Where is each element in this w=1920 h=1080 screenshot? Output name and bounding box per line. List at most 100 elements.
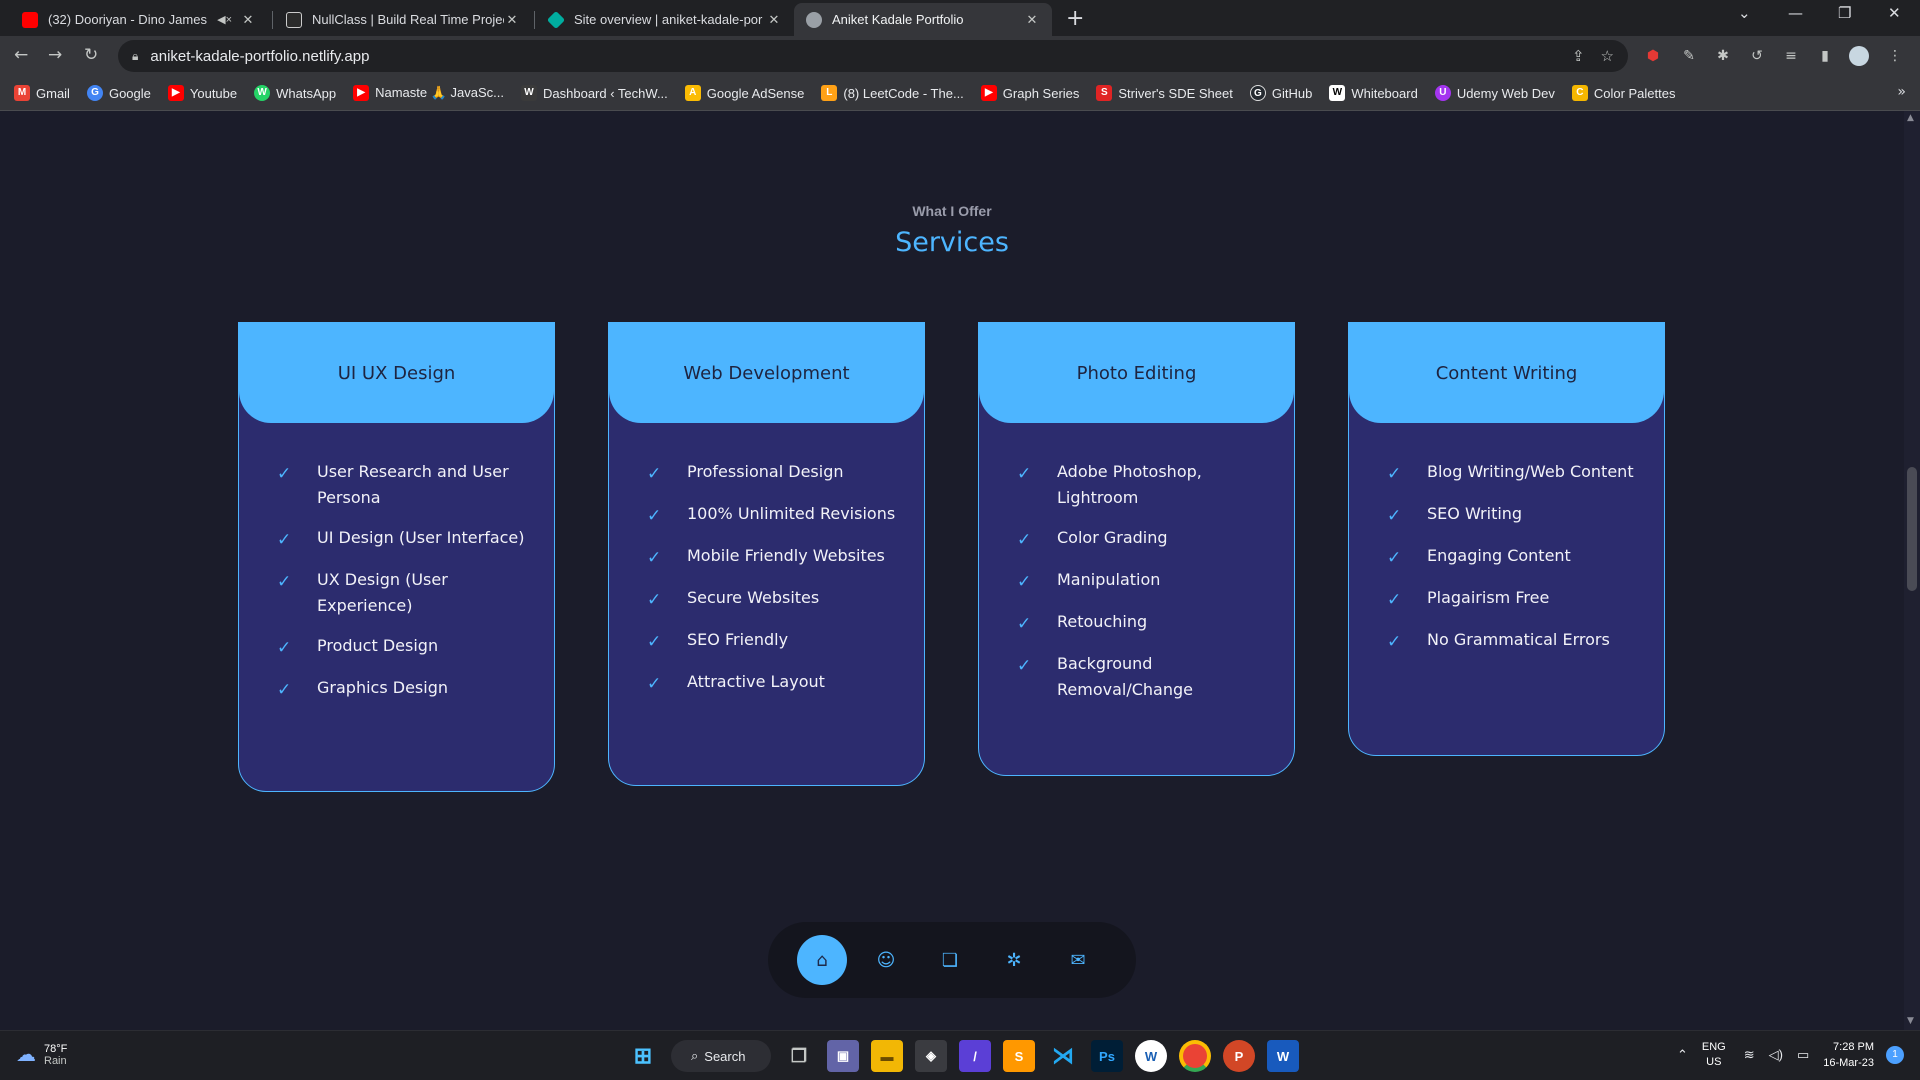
whiteboard-app-icon[interactable]: W	[1135, 1040, 1167, 1072]
forward-icon[interactable]: →	[48, 45, 62, 65]
bookmark-dashboard-techw[interactable]: W Dashboard ‹ TechW...	[521, 85, 668, 101]
bookmark-color-palettes[interactable]: C Color Palettes	[1571, 85, 1675, 101]
chrome-icon[interactable]	[1179, 1040, 1211, 1072]
scrollbar-thumb[interactable]	[1907, 467, 1917, 591]
check-icon: ✓	[1387, 506, 1402, 526]
tab-netlify[interactable]: Site overview | aniket-kadale-por ✕	[536, 3, 794, 36]
bookmark-label: Namaste 🙏 JavaSc...	[375, 85, 505, 100]
bookmark-label: Gmail	[36, 85, 70, 101]
share-icon[interactable]: ⇪	[1572, 47, 1585, 65]
extensions-puzzle-icon[interactable]: ✱	[1713, 46, 1733, 66]
list-item: ✓ Engaging Content	[1387, 543, 1644, 571]
nav-experience[interactable]: ❏	[925, 935, 975, 985]
menu-kebab-icon[interactable]: ⋮	[1885, 46, 1905, 66]
tab-nullclass[interactable]: NullClass | Build Real Time Projec ✕	[274, 3, 532, 36]
page-scrollbar[interactable]: ▲ ▼	[1904, 111, 1920, 1030]
speaker-icon[interactable]: ◀×	[217, 13, 232, 26]
settings-icon: ✲	[1006, 949, 1022, 971]
taskbar-search[interactable]: ⌕ Search	[671, 1040, 771, 1072]
vscode-icon[interactable]: ⋊	[1047, 1040, 1079, 1072]
file-explorer-icon[interactable]: ▬	[871, 1040, 903, 1072]
close-icon[interactable]: ✕	[240, 12, 256, 28]
weather-widget[interactable]: ☁ 78°F Rain	[16, 1042, 67, 1067]
new-tab-button[interactable]: +	[1066, 6, 1084, 31]
scroll-up-icon[interactable]: ▲	[1907, 113, 1914, 123]
sublime-text-icon[interactable]: S	[1003, 1040, 1035, 1072]
bookmark-github[interactable]: G GitHub	[1249, 85, 1313, 101]
wordpress-icon: W	[521, 85, 538, 101]
lock-icon[interactable]: 🔒︎	[132, 49, 138, 64]
more-bookmarks-icon[interactable]: »	[1897, 84, 1906, 100]
close-icon[interactable]: ✕	[766, 12, 782, 28]
reload-icon[interactable]: ↻	[84, 45, 98, 65]
item-label: Blog Writing/Web Content	[1427, 462, 1634, 481]
bookmark-gmail[interactable]: M Gmail	[14, 85, 70, 101]
bookmark-youtube[interactable]: ▶ Youtube	[167, 85, 237, 101]
notification-badge[interactable]: 1	[1886, 1046, 1904, 1064]
check-icon: ✓	[1017, 656, 1032, 676]
task-view-icon[interactable]: ❐	[783, 1040, 815, 1072]
browser-tab-strip: (32) Dooriyan - Dino James f ◀× ✕ NullCl…	[0, 0, 1920, 36]
check-icon: ✓	[647, 506, 662, 526]
word-icon[interactable]: W	[1267, 1040, 1299, 1072]
item-label: Professional Design	[687, 462, 844, 481]
list-item: ✓ Color Grading	[1017, 525, 1274, 553]
window-close-icon[interactable]: ✕	[1888, 4, 1901, 22]
item-label: Graphics Design	[317, 678, 448, 697]
close-icon[interactable]: ✕	[1024, 12, 1040, 28]
volume-icon[interactable]: ◁)	[1769, 1047, 1783, 1063]
nav-home[interactable]: ⌂	[797, 935, 847, 985]
item-label: No Grammatical Errors	[1427, 630, 1610, 649]
extension-pen-icon[interactable]: ✎	[1679, 46, 1699, 66]
bookmark-graph-series[interactable]: ▶ Graph Series	[980, 85, 1079, 101]
nav-about[interactable]: ☺	[861, 935, 911, 985]
bookmark-whatsapp[interactable]: W WhatsApp	[254, 85, 336, 101]
chevron-up-icon[interactable]: ⌃	[1677, 1047, 1688, 1063]
photoshop-icon[interactable]: Ps	[1091, 1040, 1123, 1072]
minimize-icon[interactable]: —	[1788, 4, 1803, 22]
bookmark-namaste-js[interactable]: ▶ Namaste 🙏 JavaSc...	[353, 85, 504, 101]
item-label: Product Design	[317, 636, 439, 655]
powerpoint-icon[interactable]: P	[1223, 1040, 1255, 1072]
item-label: Mobile Friendly Websites	[687, 546, 885, 565]
windows-start-icon[interactable]: ⊞	[627, 1040, 659, 1072]
bookmark-star-icon[interactable]: ☆	[1601, 47, 1614, 65]
side-panel-icon[interactable]: ▮	[1815, 46, 1835, 66]
bookmark-striver-sheet[interactable]: S Striver's SDE Sheet	[1096, 85, 1233, 101]
bookmark-udemy[interactable]: U Udemy Web Dev	[1434, 85, 1555, 101]
list-item: ✓ UI Design (User Interface)	[277, 525, 534, 553]
scroll-down-icon[interactable]: ▼	[1907, 1016, 1914, 1026]
teams-chat-icon[interactable]: ▣	[827, 1040, 859, 1072]
extension-shield-icon[interactable]: ⬢	[1643, 46, 1663, 66]
extension-sync-icon[interactable]: ↺	[1747, 46, 1767, 66]
bookmark-label: (8) LeetCode - The...	[843, 85, 964, 101]
url-text[interactable]: aniket-kadale-portfolio.netlify.app	[150, 48, 369, 65]
address-bar[interactable]: 🔒︎ aniket-kadale-portfolio.netlify.app ⇪…	[118, 40, 1628, 72]
list-item: ✓ Adobe Photoshop, Lightroom	[1017, 459, 1274, 511]
tab-search-icon[interactable]: ⌄	[1738, 4, 1751, 22]
restore-icon[interactable]: ❐	[1838, 4, 1851, 22]
close-icon[interactable]: ✕	[504, 12, 520, 28]
language-indicator[interactable]: ENG US	[1702, 1040, 1726, 1070]
item-label: Plagairism Free	[1427, 588, 1550, 607]
notion-like-app-icon[interactable]: /	[959, 1040, 991, 1072]
bookmark-leetcode[interactable]: L (8) LeetCode - The...	[821, 85, 964, 101]
gmail-icon: M	[14, 85, 30, 101]
back-icon[interactable]: ←	[14, 45, 28, 65]
nav-services[interactable]: ✲	[989, 935, 1039, 985]
list-item: ✓ Product Design	[277, 633, 534, 661]
profile-avatar-icon[interactable]	[1849, 46, 1869, 66]
bookmark-label: GitHub	[1271, 85, 1313, 101]
bookmark-google-adsense[interactable]: A Google AdSense	[684, 85, 804, 101]
item-label: Color Grading	[1057, 528, 1168, 547]
nav-contact[interactable]: ✉	[1053, 935, 1103, 985]
bookmark-google[interactable]: G Google	[86, 85, 151, 101]
bookmark-whiteboard[interactable]: W Whiteboard	[1329, 85, 1418, 101]
unity-icon[interactable]: ◈	[915, 1040, 947, 1072]
wifi-icon[interactable]: ≋	[1744, 1047, 1755, 1063]
tab-portfolio[interactable]: Aniket Kadale Portfolio ✕	[794, 3, 1052, 36]
clock[interactable]: 7:28 PM 16-Mar-23	[1823, 1039, 1874, 1071]
media-control-icon[interactable]: ≡	[1781, 46, 1801, 66]
battery-icon[interactable]: ▭	[1797, 1047, 1809, 1063]
tab-dooriyan[interactable]: (32) Dooriyan - Dino James f ◀× ✕	[10, 3, 268, 36]
